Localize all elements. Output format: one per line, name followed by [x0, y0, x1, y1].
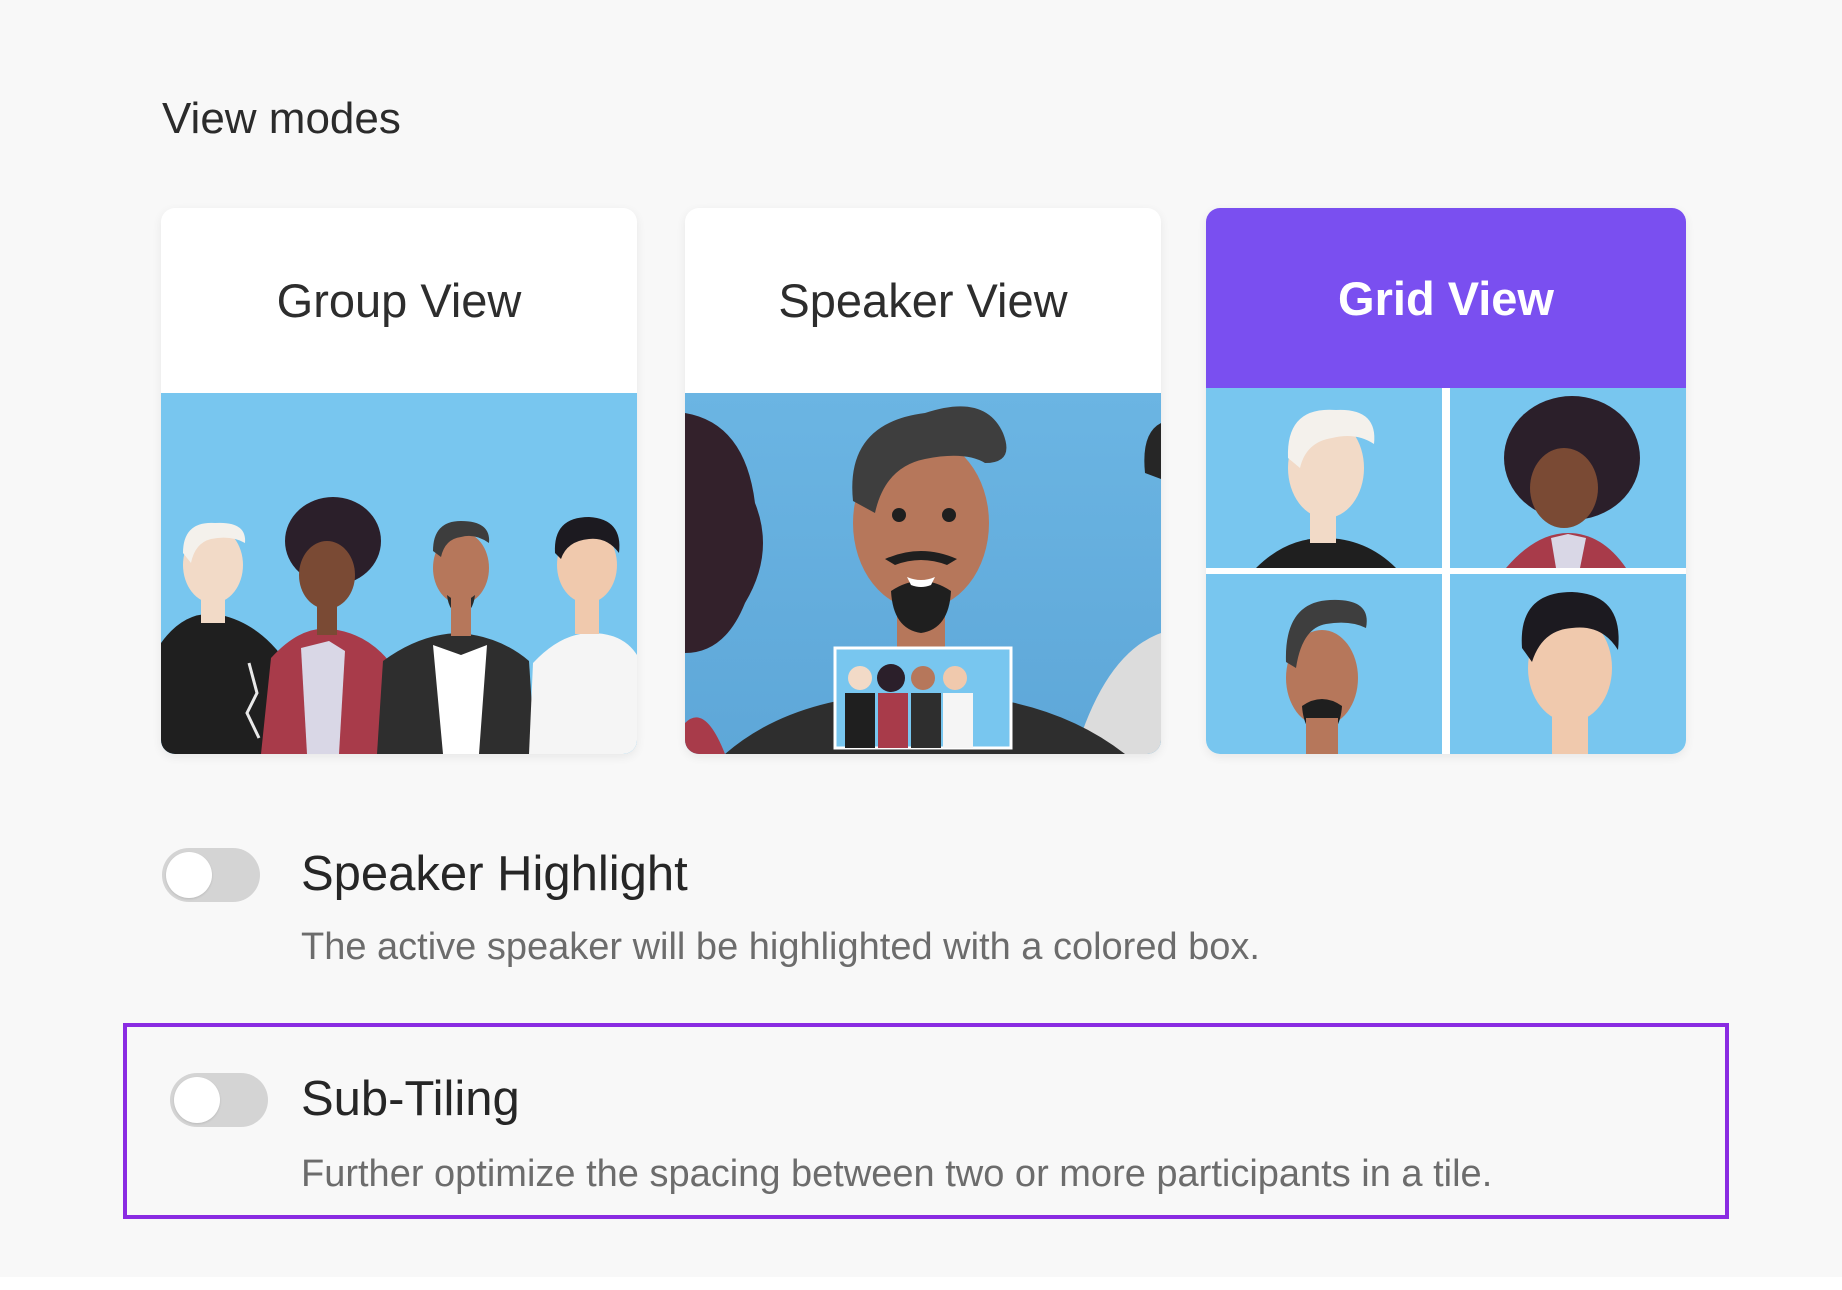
grid-tile — [1206, 574, 1442, 754]
group-thumbnail — [833, 646, 1013, 750]
sub-tiling-title: Sub-Tiling — [301, 1072, 520, 1126]
toggle-knob — [166, 852, 212, 898]
grid-tile — [1206, 388, 1442, 568]
section-title: View modes — [162, 94, 401, 143]
group-view-card[interactable]: Group View — [161, 208, 637, 754]
speaker-highlight-title: Speaker Highlight — [301, 847, 688, 901]
grid-tile — [1450, 388, 1686, 568]
view-modes-panel: View modes Group View Speaker View Grid … — [0, 0, 1842, 1277]
grid-view-label: Grid View — [1206, 208, 1686, 388]
sub-tiling-toggle[interactable] — [170, 1073, 268, 1127]
toggle-knob — [174, 1077, 220, 1123]
speaker-view-illustration — [685, 393, 1161, 754]
group-view-illustration — [161, 393, 637, 754]
speaker-view-label: Speaker View — [778, 274, 1068, 327]
group-view-label: Group View — [276, 274, 522, 327]
speaker-highlight-toggle[interactable] — [162, 848, 260, 902]
sub-tiling-description: Further optimize the spacing between two… — [301, 1153, 1493, 1195]
grid-view-card[interactable]: Grid View — [1206, 208, 1686, 754]
speaker-view-card[interactable]: Speaker View — [685, 208, 1161, 754]
grid-tile — [1450, 574, 1686, 754]
grid-view-illustration — [1206, 388, 1686, 754]
speaker-highlight-description: The active speaker will be highlighted w… — [301, 926, 1260, 968]
